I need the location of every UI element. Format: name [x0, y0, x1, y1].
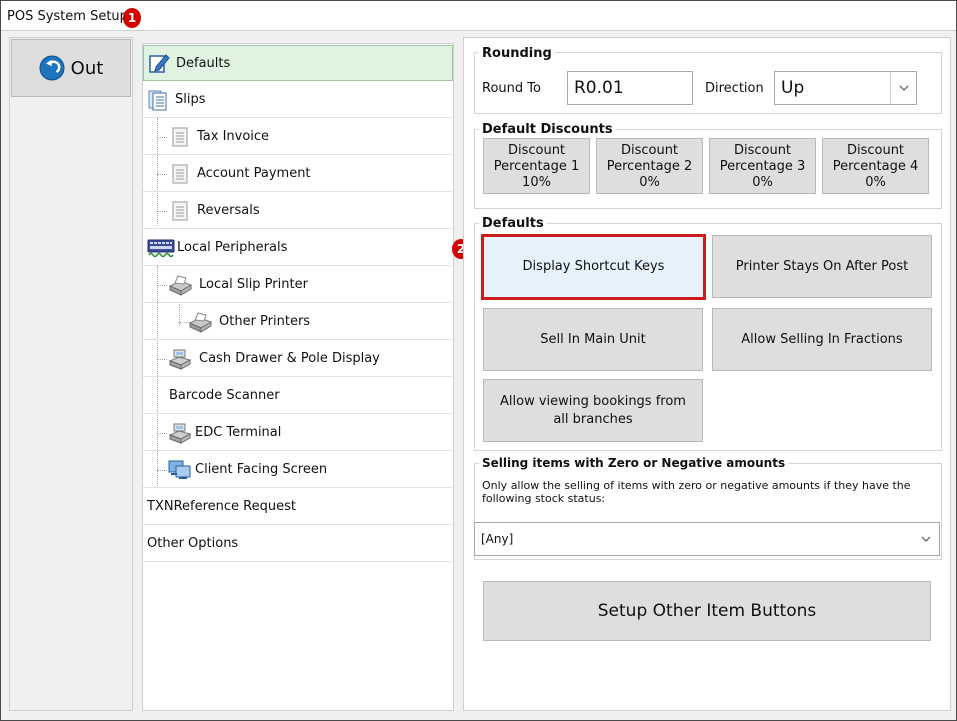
- discount-line: Percentage 3: [719, 159, 806, 174]
- tree-label: Other Options: [147, 536, 239, 551]
- tree-item-barcode-scanner[interactable]: Barcode Scanner: [143, 378, 453, 414]
- back-arrow-icon: [39, 55, 65, 81]
- stock-status-value: [Any]: [481, 532, 514, 546]
- direction-select[interactable]: Up: [774, 71, 917, 105]
- description-line: Only allow the selling of items with zer…: [482, 479, 911, 492]
- direction-value: Up: [781, 78, 805, 98]
- tree-label: Defaults: [176, 55, 231, 71]
- pos-setup-window: POS System Setup 1 Out Defaults Slips Ta…: [0, 0, 957, 721]
- cash-register-icon: [168, 423, 192, 444]
- discount-line: Percentage 1: [493, 159, 580, 174]
- discount-line: Discount: [620, 143, 679, 158]
- discount-percentage-4-button[interactable]: Discount Percentage 4 0%: [822, 138, 929, 194]
- default-discounts-title: Default Discounts: [479, 122, 616, 137]
- rounding-title: Rounding: [479, 46, 555, 61]
- tree-item-local-peripherals[interactable]: Local Peripherals: [143, 230, 453, 266]
- slips-icon: [148, 90, 167, 110]
- window-title: POS System Setup: [7, 9, 128, 24]
- tree-label: Other Printers: [219, 314, 311, 329]
- round-to-label: Round To: [482, 81, 541, 96]
- out-button[interactable]: Out: [11, 39, 131, 97]
- button-label: Allow viewing bookings from all branches: [500, 393, 686, 429]
- printer-icon: [168, 274, 193, 296]
- tree-item-local-slip-printer[interactable]: Local Slip Printer: [143, 267, 453, 303]
- cash-register-icon: [168, 349, 192, 370]
- tree-item-slips[interactable]: Slips: [143, 82, 453, 118]
- tree-label: Barcode Scanner: [169, 388, 280, 403]
- button-label-line: all branches: [553, 411, 633, 427]
- tree-item-cash-drawer[interactable]: Cash Drawer & Pole Display: [143, 341, 453, 377]
- tree-label: TXNReference Request: [147, 499, 296, 514]
- direction-label: Direction: [705, 81, 764, 96]
- settings-tree: Defaults Slips Tax Invoice Account Payme…: [142, 43, 454, 711]
- button-label-line: Allow viewing bookings from: [500, 393, 686, 409]
- discount-value: 0%: [639, 175, 660, 190]
- button-label: Setup Other Item Buttons: [597, 601, 817, 621]
- tree-item-client-facing-screen[interactable]: Client Facing Screen: [143, 452, 453, 488]
- tree-label: Cash Drawer & Pole Display: [199, 351, 380, 366]
- document-icon: [172, 164, 188, 183]
- discount-line: Percentage 4: [832, 159, 919, 174]
- printer-stays-on-button[interactable]: Printer Stays On After Post: [712, 235, 932, 298]
- defaults-title: Defaults: [479, 216, 547, 231]
- description-line: following stock status:: [482, 492, 606, 505]
- allow-viewing-bookings-button[interactable]: Allow viewing bookings from all branches: [483, 379, 703, 442]
- document-icon: [172, 201, 188, 220]
- tree-label: Client Facing Screen: [195, 462, 328, 477]
- round-to-input[interactable]: R0.01: [567, 71, 693, 105]
- sell-in-main-unit-button[interactable]: Sell In Main Unit: [483, 308, 703, 371]
- tree-item-txnreference-request[interactable]: TXNReference Request: [143, 489, 453, 525]
- tree-item-account-payment[interactable]: Account Payment: [143, 156, 453, 192]
- tree-item-defaults[interactable]: Defaults: [143, 45, 453, 81]
- tree-label: Account Payment: [197, 166, 311, 181]
- button-label: Display Shortcut Keys: [522, 259, 665, 274]
- discount-value: 0%: [865, 175, 886, 190]
- annotation-marker-1: 1: [123, 8, 141, 28]
- tree-item-tax-invoice[interactable]: Tax Invoice: [143, 119, 453, 155]
- round-to-value: R0.01: [574, 78, 624, 98]
- discount-percentage-3-button[interactable]: Discount Percentage 3 0%: [709, 138, 816, 194]
- setup-other-item-buttons-button[interactable]: Setup Other Item Buttons: [483, 581, 931, 641]
- discount-percentage-1-button[interactable]: Discount Percentage 1 10%: [483, 138, 590, 194]
- chevron-down-icon[interactable]: [890, 72, 916, 104]
- keyboard-icon: [147, 239, 175, 257]
- discount-line: Percentage 2: [606, 159, 693, 174]
- tree-label: Tax Invoice: [197, 129, 270, 144]
- tree-label: EDC Terminal: [195, 425, 282, 440]
- tree-label: Reversals: [197, 203, 260, 218]
- button-label: Printer Stays On After Post: [735, 258, 909, 274]
- button-label: Sell In Main Unit: [540, 331, 646, 347]
- discount-percentage-2-button[interactable]: Discount Percentage 2 0%: [596, 138, 703, 194]
- discount-value: 0%: [752, 175, 773, 190]
- discount-line: Discount: [846, 143, 905, 158]
- zero-negative-title: Selling items with Zero or Negative amou…: [479, 456, 789, 470]
- discount-value: 10%: [522, 175, 551, 190]
- tree-item-reversals[interactable]: Reversals: [143, 193, 453, 229]
- tree-label: Slips: [175, 92, 206, 107]
- chevron-down-icon[interactable]: [913, 523, 939, 555]
- stock-status-select[interactable]: [Any]: [474, 522, 940, 556]
- printer-icon: [188, 311, 213, 333]
- tree-label: Local Slip Printer: [199, 277, 308, 292]
- monitor-icon: [168, 460, 191, 479]
- edit-icon: [149, 54, 170, 73]
- document-icon: [172, 127, 188, 146]
- display-shortcut-keys-button[interactable]: Display Shortcut Keys: [481, 234, 706, 300]
- title-bar: POS System Setup 1: [1, 1, 956, 31]
- allow-selling-fractions-button[interactable]: Allow Selling In Fractions: [712, 308, 932, 371]
- zero-negative-description: Only allow the selling of items with zer…: [482, 479, 911, 505]
- out-label: Out: [70, 57, 104, 79]
- tree-item-other-options[interactable]: Other Options: [143, 526, 453, 562]
- tree-label: Local Peripherals: [177, 240, 288, 255]
- button-label: Allow Selling In Fractions: [741, 331, 903, 347]
- settings-panel: Rounding Round To R0.01 Direction Up Def…: [463, 37, 951, 711]
- tree-item-edc-terminal[interactable]: EDC Terminal: [143, 415, 453, 451]
- left-bar: Out: [9, 37, 133, 711]
- discount-line: Discount: [733, 143, 792, 158]
- tree-item-other-printers[interactable]: Other Printers: [143, 304, 453, 340]
- discount-line: Discount: [507, 143, 566, 158]
